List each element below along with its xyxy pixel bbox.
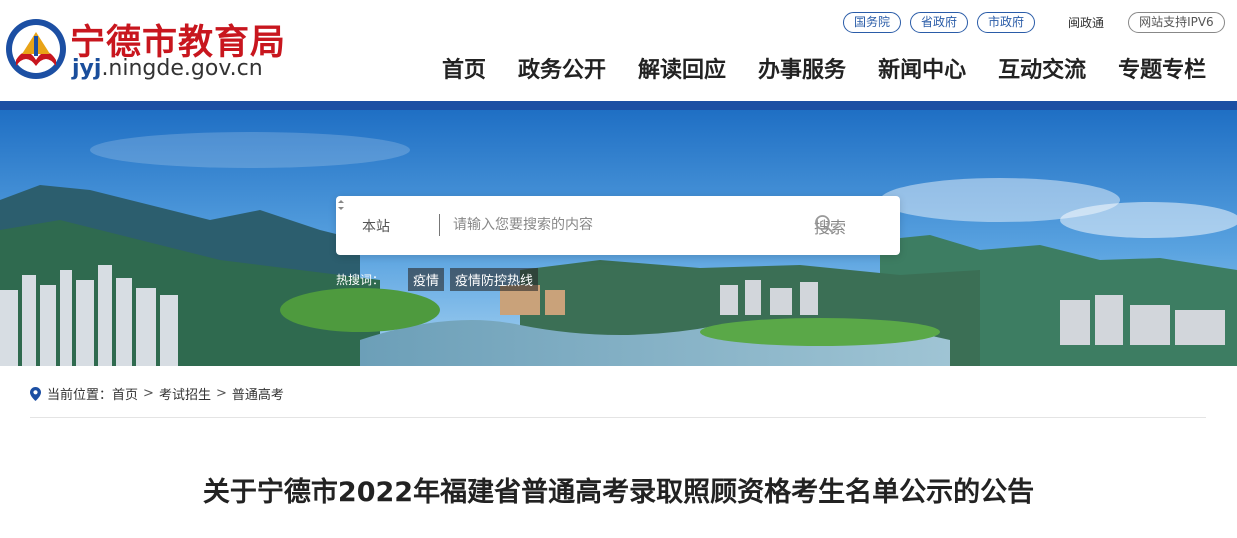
main-nav: 首页 政务公开 解读回应 办事服务 新闻中心 互动交流 专题专栏 (442, 52, 1206, 84)
location-pin-icon (30, 386, 41, 401)
site-domain: jyj.ningde.gov.cn (72, 56, 263, 81)
nav-government-affairs[interactable]: 政务公开 (518, 52, 606, 84)
breadcrumb-exam-enrollment[interactable]: 考试招生 (159, 384, 211, 403)
nav-topics[interactable]: 专题专栏 (1118, 52, 1206, 84)
header-divider-bar (0, 101, 1237, 110)
breadcrumb-home[interactable]: 首页 (112, 384, 138, 403)
breadcrumb-gaokao[interactable]: 普通高考 (232, 384, 284, 403)
domain-rest: .ningde.gov.cn (101, 56, 263, 81)
article-title: 关于宁德市2022年福建省普通高考录取照顾资格考生名单公示的公告 (202, 477, 1035, 508)
nav-interaction[interactable]: 互动交流 (998, 52, 1086, 84)
search-input[interactable] (453, 210, 793, 240)
breadcrumb: 当前位置： 首页 > 考试招生 > 普通高考 (30, 384, 284, 403)
nav-services[interactable]: 办事服务 (758, 52, 846, 84)
hot-words-label: 热搜词： (336, 273, 385, 287)
site-logo[interactable]: 宁德市教育局 jyj.ningde.gov.cn (4, 10, 304, 90)
state-council-link[interactable]: 国务院 (843, 11, 902, 33)
min-zheng-tong-link[interactable]: 闽政通 (1068, 14, 1104, 31)
education-emblem-icon (6, 19, 66, 79)
nav-news[interactable]: 新闻中心 (878, 52, 966, 84)
search-icon (815, 215, 833, 233)
site-header: 宁德市教育局 jyj.ningde.gov.cn 国务院 省政府 市政府 闽政通… (0, 0, 1237, 102)
nav-interpretation[interactable]: 解读回应 (638, 52, 726, 84)
breadcrumb-separator: > (215, 386, 227, 401)
top-links: 国务院 省政府 市政府 闽政通 网站支持IPV6 (843, 11, 1234, 33)
city-banner: 本站 搜索 热搜词： 疫情 疫情防控热线 (0, 110, 1237, 366)
city-gov-link[interactable]: 市政府 (977, 11, 1036, 33)
breadcrumb-prefix: 当前位置： (47, 388, 113, 403)
search-box: 本站 搜索 (336, 196, 900, 255)
ipv6-badge: 网站支持IPV6 (1128, 11, 1225, 33)
search-scope-select[interactable]: 本站 (362, 216, 390, 236)
nav-home[interactable]: 首页 (442, 52, 486, 84)
main-content: 当前位置： 首页 > 考试招生 > 普通高考 关于宁德市2022年福建省普通高考… (0, 366, 1237, 538)
hot-words: 热搜词： 疫情 疫情防控热线 (336, 268, 544, 291)
provincial-gov-link[interactable]: 省政府 (910, 11, 969, 33)
hot-word-epidemic[interactable]: 疫情 (408, 268, 445, 291)
domain-prefix: jyj (72, 56, 102, 81)
hot-word-epidemic-hotline[interactable]: 疫情防控热线 (450, 268, 539, 291)
search-button[interactable]: 搜索 (814, 214, 852, 238)
search-divider (439, 214, 440, 236)
scope-arrows-icon[interactable] (336, 196, 346, 214)
breadcrumb-separator: > (143, 386, 154, 401)
breadcrumb-divider (30, 417, 1206, 418)
